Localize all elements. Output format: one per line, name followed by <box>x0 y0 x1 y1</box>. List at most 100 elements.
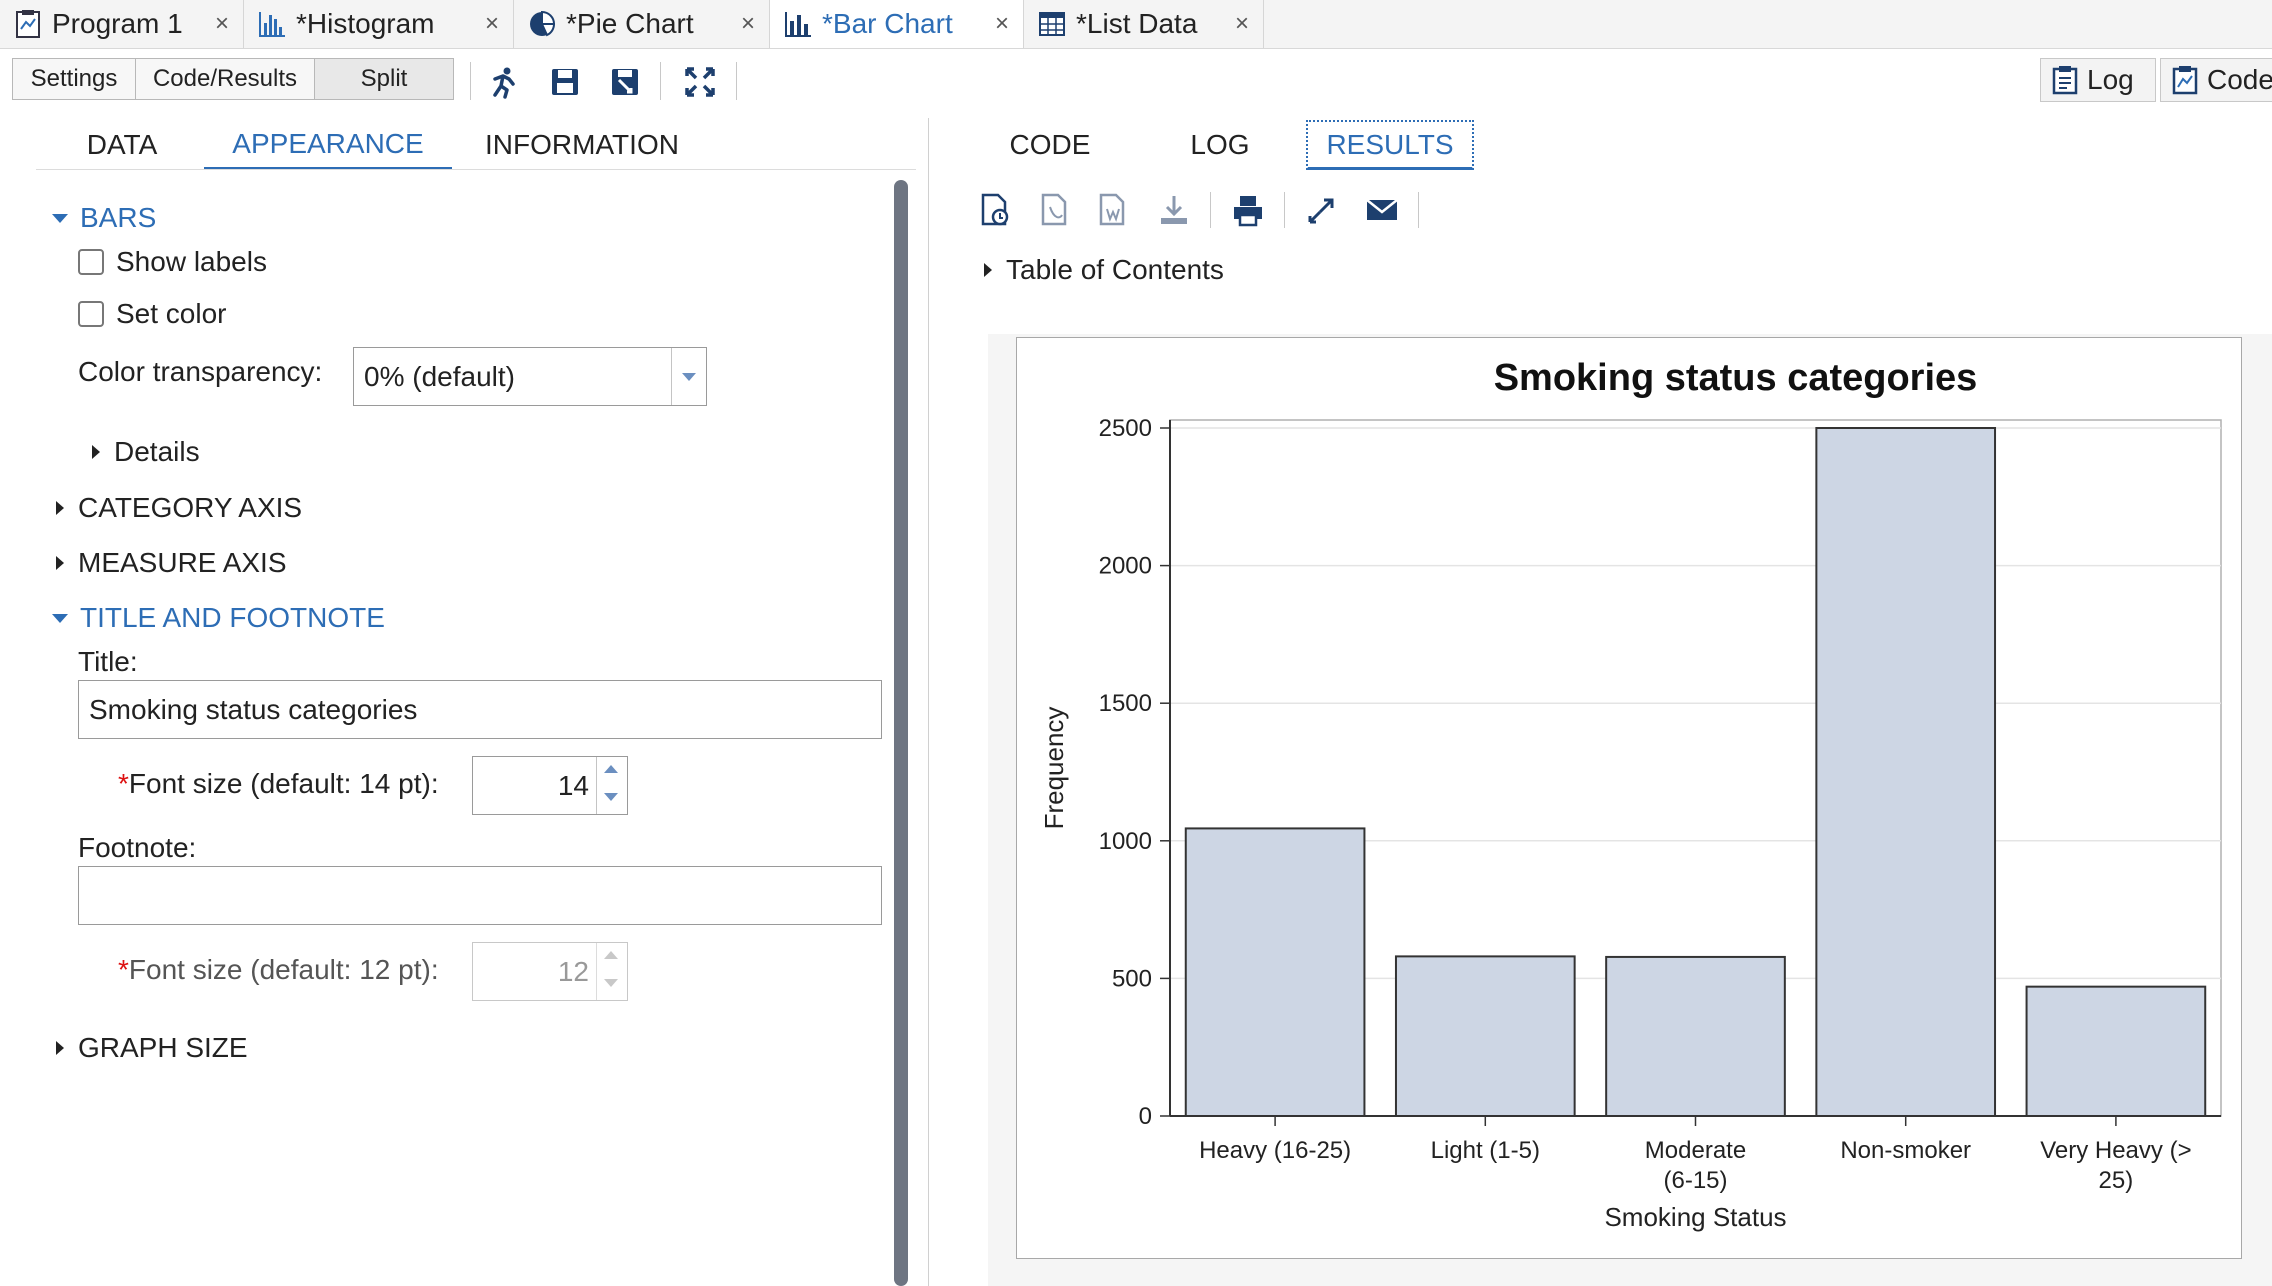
bars-section-toggle[interactable]: BARS <box>52 200 156 236</box>
tab-list-data[interactable]: *List Data × <box>1024 0 1264 48</box>
tab-label: *List Data <box>1076 8 1198 39</box>
split-view-button[interactable]: Split <box>314 58 454 100</box>
show-labels-checkbox[interactable]: Show labels <box>78 244 267 280</box>
open-new-window-icon[interactable] <box>1304 190 1340 230</box>
toolbar-divider <box>1284 192 1285 228</box>
tab-program-1[interactable]: Program 1 × <box>0 0 244 48</box>
chevron-down-icon <box>52 213 68 223</box>
color-transparency-label: Color transparency: <box>78 356 323 387</box>
spin-down-icon[interactable] <box>604 979 618 987</box>
run-icon[interactable] <box>484 62 524 102</box>
tab-label: Program 1 <box>52 8 183 39</box>
category-axis-toggle[interactable]: CATEGORY AXIS <box>56 490 302 526</box>
chevron-right-icon <box>56 556 64 570</box>
spin-up-icon[interactable] <box>604 765 618 773</box>
dropdown-arrow-icon[interactable] <box>671 348 706 405</box>
tab-pie-chart[interactable]: *Pie Chart × <box>514 0 770 48</box>
tab-bar-chart[interactable]: *Bar Chart × <box>770 0 1024 48</box>
spin-buttons <box>596 757 627 814</box>
title-footnote-label: TITLE AND FOOTNOTE <box>80 602 385 633</box>
download-icon[interactable] <box>1156 190 1192 230</box>
email-icon[interactable] <box>1364 190 1400 230</box>
download-word-icon[interactable] <box>1096 190 1132 230</box>
left-pane-scrollbar[interactable] <box>894 180 908 1286</box>
table-of-contents-toggle[interactable]: Table of Contents <box>984 252 1224 288</box>
tab-histogram[interactable]: *Histogram × <box>244 0 514 48</box>
bar <box>1815 427 1997 1117</box>
tab-data[interactable]: DATA <box>60 120 184 170</box>
bar <box>1184 827 1366 1117</box>
x-tick-label: Moderate <box>1645 1137 1746 1164</box>
settings-view-button[interactable]: Settings <box>12 58 136 100</box>
checkbox-box[interactable] <box>78 301 104 327</box>
details-toggle[interactable]: Details <box>92 434 200 470</box>
title-footnote-toggle[interactable]: TITLE AND FOOTNOTE <box>52 600 385 636</box>
color-transparency-select[interactable]: 0% (default) <box>353 347 707 406</box>
program-icon <box>12 9 44 39</box>
toolbar-divider <box>1418 192 1419 228</box>
tab-information[interactable]: INFORMATION <box>468 120 696 170</box>
footnote-font-size-value: 12 <box>557 956 589 987</box>
toolbar-divider <box>470 62 471 100</box>
footnote-font-size-label: *Font size (default: 12 pt): <box>118 954 439 986</box>
tab-appearance[interactable]: APPEARANCE <box>204 120 452 170</box>
footnote-font-size-text: Font size (default: 12 pt): <box>128 954 439 985</box>
code-button[interactable]: Code <box>2160 58 2272 102</box>
spin-buttons <box>596 943 627 1000</box>
tab-results[interactable]: RESULTS <box>1306 120 1474 170</box>
set-color-checkbox[interactable]: Set color <box>78 296 227 332</box>
chart-container: Smoking status categories 0 500 1000 1500 200… <box>1016 337 2242 1259</box>
checkbox-box[interactable] <box>78 249 104 275</box>
graph-size-toggle[interactable]: GRAPH SIZE <box>56 1030 248 1066</box>
maximize-icon[interactable] <box>680 62 720 102</box>
chevron-down-icon <box>52 613 68 623</box>
title-font-size-stepper[interactable]: 14 <box>472 756 628 815</box>
required-mark: * <box>118 954 129 985</box>
title-font-size-value: 14 <box>557 770 589 801</box>
log-button[interactable]: Log <box>2040 58 2156 102</box>
save-as-icon[interactable] <box>605 62 645 102</box>
x-tick-label: (6-15) <box>1663 1167 1727 1194</box>
close-icon[interactable]: × <box>995 10 1009 38</box>
print-icon[interactable] <box>1230 190 1266 230</box>
code-icon <box>2171 65 2199 95</box>
save-icon[interactable] <box>545 62 585 102</box>
close-icon[interactable]: × <box>485 10 499 38</box>
color-transparency-value: 0% (default) <box>364 360 515 392</box>
bar <box>2025 985 2207 1117</box>
title-label: Title: <box>78 646 138 677</box>
x-axis-label: Smoking Status <box>1604 1202 1786 1232</box>
x-tick-label: Non-smoker <box>1840 1137 1971 1164</box>
download-pdf-icon[interactable] <box>1038 190 1074 230</box>
bar-chart: Smoking status categories 0 500 1000 1500 200… <box>1039 357 2222 1232</box>
measure-axis-toggle[interactable]: MEASURE AXIS <box>56 545 287 581</box>
footnote-label: Footnote: <box>78 832 197 863</box>
details-label: Details <box>114 436 200 467</box>
chevron-right-icon <box>984 263 992 277</box>
x-tick-label: 25) <box>2099 1167 2134 1194</box>
table-of-contents-label: Table of Contents <box>1006 254 1224 285</box>
chart-title: Smoking status categories <box>1494 357 1978 399</box>
title-font-size-label: *Font size (default: 14 pt): <box>118 768 439 800</box>
tab-code[interactable]: CODE <box>980 120 1120 170</box>
tab-log[interactable]: LOG <box>1150 120 1290 170</box>
y-tick-label: 500 <box>1112 965 1152 992</box>
footnote-font-size-stepper[interactable]: 12 <box>472 942 628 1001</box>
title-input-value: Smoking status categories <box>89 693 418 725</box>
measure-axis-label: MEASURE AXIS <box>78 547 287 578</box>
code-results-view-button[interactable]: Code/Results <box>135 58 315 100</box>
y-tick-label: 0 <box>1139 1103 1152 1130</box>
pane-splitter[interactable] <box>928 118 929 1286</box>
y-tick-label: 2500 <box>1099 415 1152 442</box>
spin-down-icon[interactable] <box>604 793 618 801</box>
close-icon[interactable]: × <box>215 10 229 38</box>
chevron-right-icon <box>56 1041 64 1055</box>
spin-up-icon[interactable] <box>604 951 618 959</box>
close-icon[interactable]: × <box>741 10 755 38</box>
toolbar-divider <box>660 62 661 100</box>
footnote-input[interactable] <box>78 866 882 925</box>
title-input[interactable]: Smoking status categories <box>78 680 882 739</box>
tab-label: *Pie Chart <box>566 8 694 39</box>
close-icon[interactable]: × <box>1235 10 1249 38</box>
open-html-icon[interactable] <box>978 190 1014 230</box>
